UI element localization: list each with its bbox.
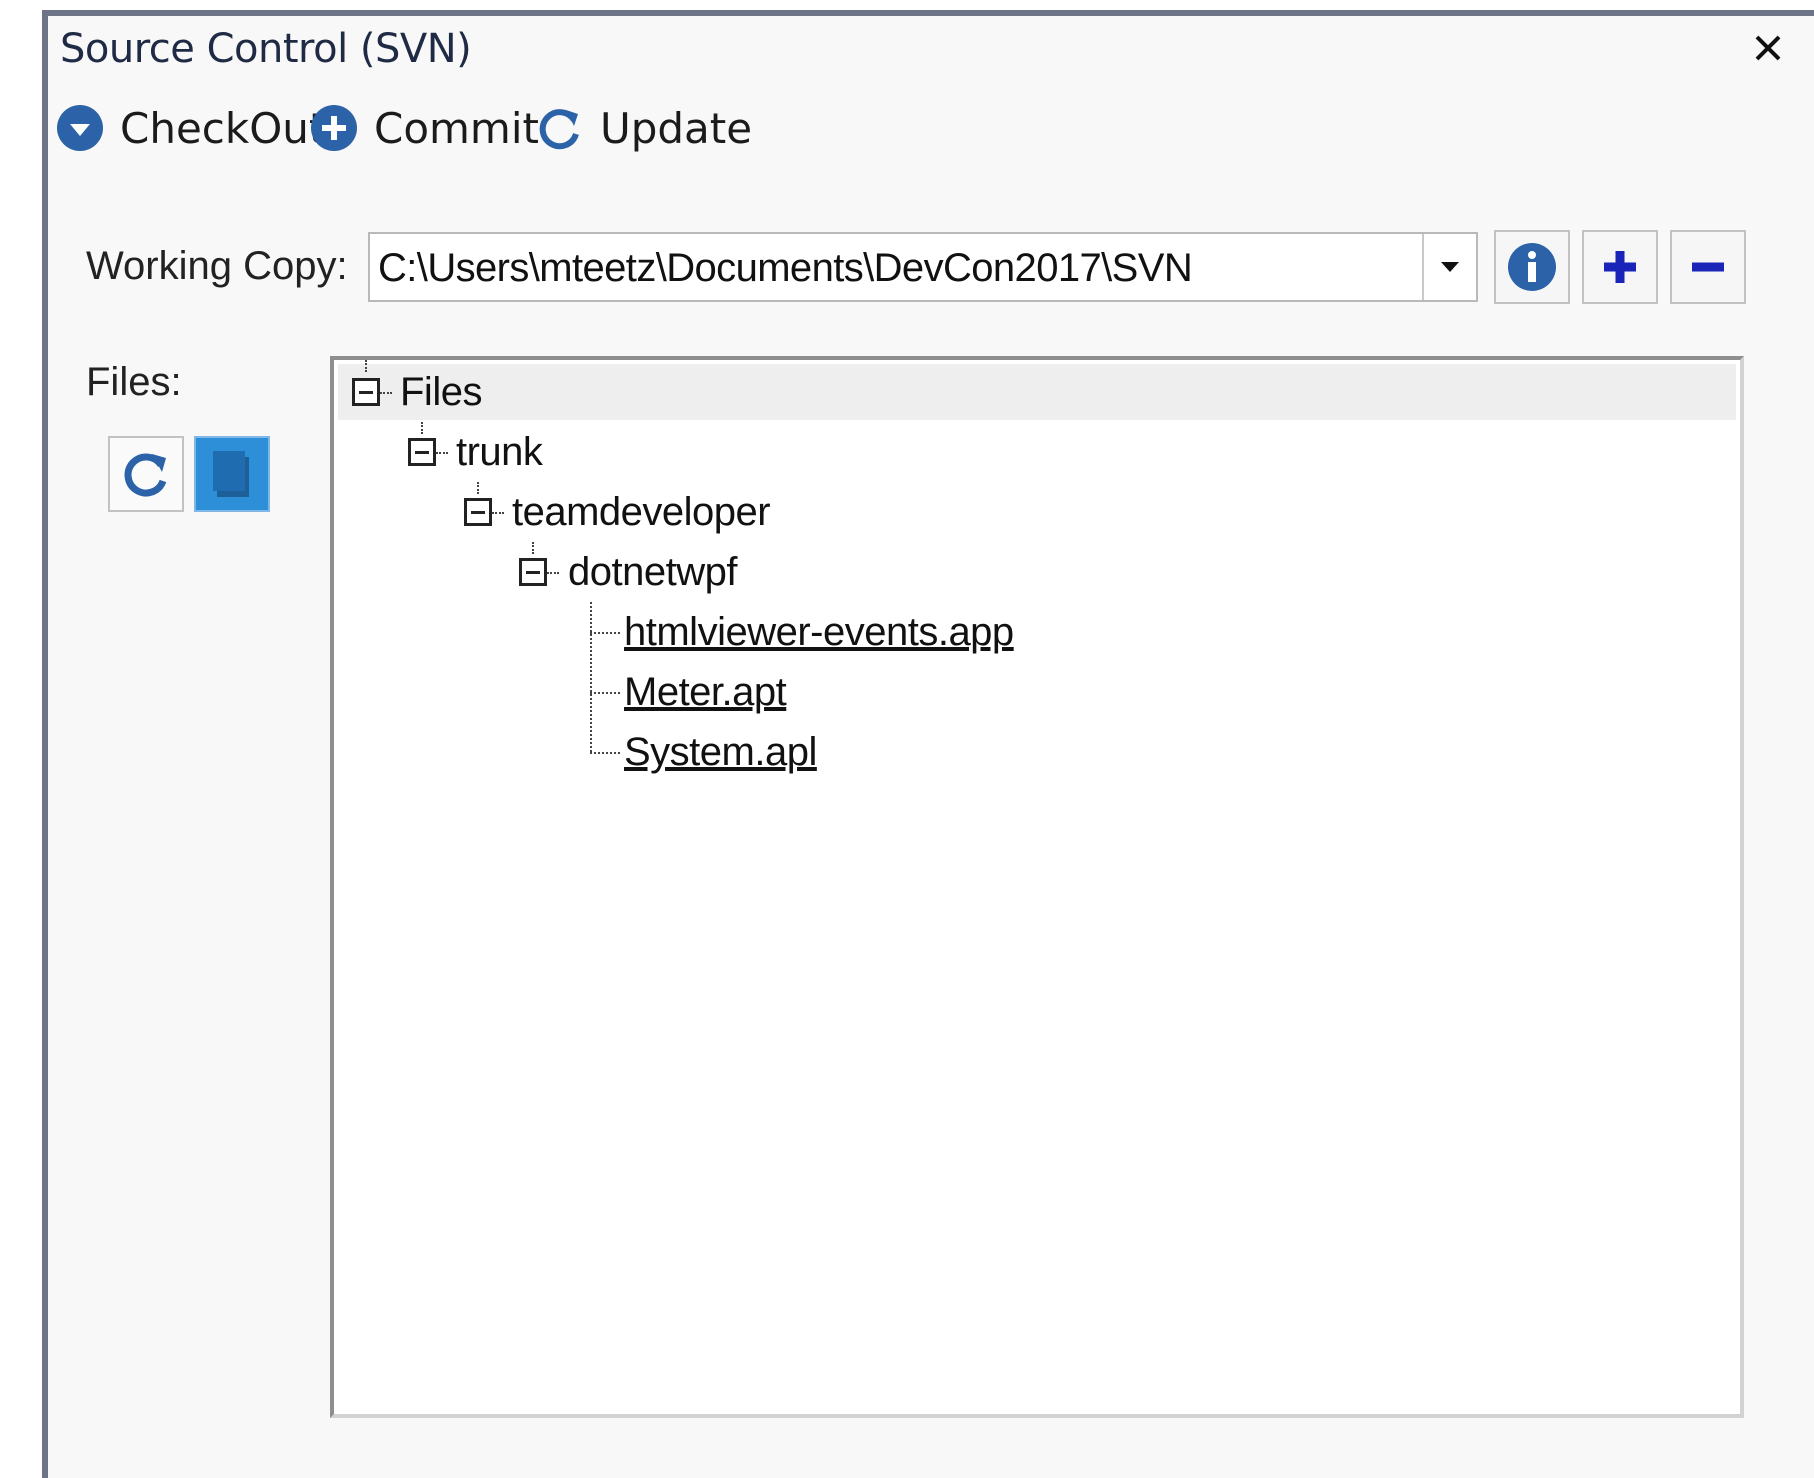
tree-file-item[interactable]: htmlviewer-events.app [624,610,1014,655]
tree-node-trunk[interactable]: trunk [456,430,543,475]
collapse-toggle-files[interactable] [352,378,380,406]
collapse-toggle-teamdeveloper[interactable] [464,498,492,526]
refresh-icon [539,109,579,150]
tree-connector [532,542,534,554]
info-icon [1508,243,1556,291]
copy-icon [213,451,249,497]
refresh-files-button[interactable] [108,436,184,512]
tree-connector [590,752,620,754]
working-copy-label: Working Copy: [86,244,348,288]
tree-file-item[interactable]: Meter.apt [624,670,787,715]
tree-node-files[interactable]: Files [400,370,482,415]
add-icon [1604,251,1636,283]
close-button[interactable] [1750,30,1786,66]
remove-working-copy-button[interactable] [1670,230,1746,304]
update-label: Update [600,103,753,153]
collapse-toggle-dotnetwpf[interactable] [519,558,547,586]
tree-node-dotnetwpf[interactable]: dotnetwpf [568,550,737,595]
chevron-down-icon [1441,262,1459,272]
refresh-icon [124,453,167,497]
tree-selection-highlight [338,364,1736,420]
close-icon [1755,35,1781,61]
arrow-down-circle-icon [57,105,103,151]
remove-icon [1692,262,1724,272]
working-copy-value: C:\Users\mteetz\Documents\DevCon2017\SVN [378,246,1193,290]
files-label: Files: [86,360,182,404]
collapse-toggle-trunk[interactable] [408,438,436,466]
tree-connector [590,602,592,752]
add-working-copy-button[interactable] [1582,230,1658,304]
tree-connector [436,452,448,454]
copy-files-button[interactable] [194,436,270,512]
tree-connector [492,512,504,514]
tree-connector [590,692,620,694]
working-copy-combobox[interactable]: C:\Users\mteetz\Documents\DevCon2017\SVN [368,232,1478,302]
tree-connector [547,572,559,574]
checkout-label: CheckOut [120,103,326,153]
tree-connector [421,422,423,434]
commit-button[interactable]: Commit [310,96,539,160]
tree-connector [590,632,620,634]
tree-connector [477,482,479,494]
tree-connector [365,360,367,372]
panel-title: Source Control (SVN) [60,26,472,72]
commit-label: Commit [374,103,539,153]
tree-node-teamdeveloper[interactable]: teamdeveloper [512,490,771,535]
info-button[interactable] [1494,230,1570,304]
working-copy-dropdown-button[interactable] [1422,234,1476,300]
files-tree[interactable]: Files trunk teamdeveloper dotnetwpf html… [330,356,1744,1418]
plus-circle-icon [311,105,357,151]
checkout-button[interactable]: CheckOut [56,96,325,160]
update-button[interactable]: Update [536,96,752,160]
tree-connector [380,392,392,394]
tree-file-item[interactable]: System.apl [624,730,817,775]
